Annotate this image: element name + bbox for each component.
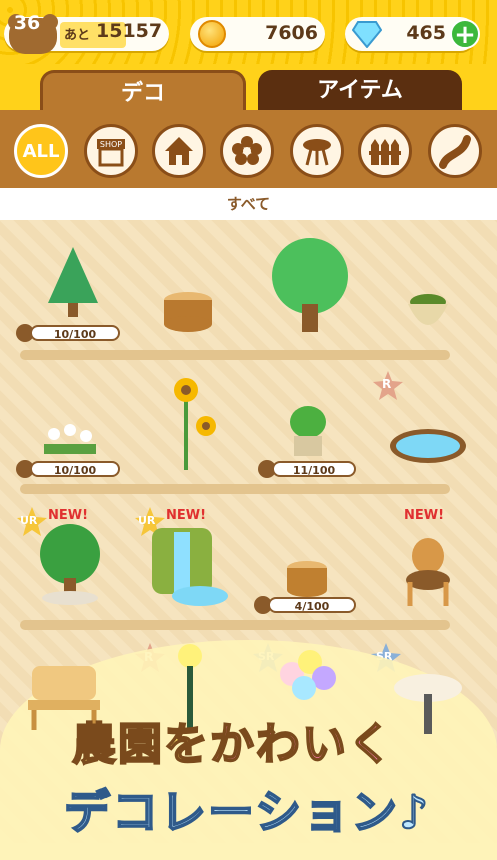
new-badge: NEW! (166, 508, 207, 523)
category-path-button[interactable] (428, 124, 482, 178)
exp-remain-value: 15157 (96, 20, 163, 42)
category-all-button[interactable]: ALL (14, 124, 68, 178)
leafy-plant-item[interactable] (286, 400, 330, 460)
exp-remain-label: あと (64, 28, 91, 43)
shop-icon: SHOP (97, 139, 125, 167)
glowing-tree-item[interactable] (36, 520, 104, 608)
gem-icon (352, 21, 382, 48)
waterfall-item[interactable] (144, 522, 232, 608)
coin-icon (198, 20, 226, 48)
category-shop-button[interactable]: SHOP (84, 124, 138, 178)
promo-line-1: 農園をかわいく (71, 708, 394, 772)
wooden-chair-item[interactable] (400, 536, 454, 608)
balloons-item[interactable] (272, 648, 342, 714)
gem-count: 465 (406, 22, 446, 44)
leafy-plant-count: 11/100 (272, 461, 356, 477)
promo-line-1-b: かわいく (209, 718, 394, 771)
house-icon (165, 137, 193, 165)
white-flowers-item[interactable] (40, 420, 100, 460)
category-all-label: ALL (22, 140, 60, 162)
pine-tree-item[interactable] (40, 245, 106, 325)
potted-plant-item[interactable] (404, 290, 452, 334)
white-flowers-count: 10/100 (30, 461, 120, 477)
promo-line-1-a: 農園を (71, 718, 210, 771)
rarity-r-label: R (382, 377, 392, 391)
table-icon (303, 139, 331, 166)
fence-icon (369, 139, 401, 165)
sunflower-item[interactable] (166, 374, 220, 474)
shelf-row-3 (20, 620, 450, 630)
new-badge: NEW! (404, 508, 445, 523)
pine-tree-count: 10/100 (30, 325, 120, 341)
category-flower-button[interactable] (220, 124, 274, 178)
shelf-row-2 (20, 484, 450, 494)
category-house-button[interactable] (152, 124, 206, 178)
cafe-table-item[interactable] (388, 660, 468, 740)
pond-item[interactable] (388, 426, 468, 466)
big-tree-item[interactable] (262, 236, 358, 336)
category-table-button[interactable] (290, 124, 344, 178)
promo-line-2: デコレーション♪ (63, 784, 431, 840)
path-icon (439, 135, 471, 169)
rarity-ur-label: UR (20, 514, 38, 527)
shelf-row-1 (20, 350, 450, 360)
coin-count: 7606 (265, 22, 318, 44)
stump-item[interactable] (158, 290, 218, 334)
level-number: 36 (13, 12, 41, 34)
stump-item[interactable] (282, 560, 332, 600)
tab-deco[interactable]: デコ (40, 70, 246, 115)
add-gems-button[interactable]: + (450, 19, 480, 49)
stump-count: 4/100 (268, 597, 356, 613)
category-fence-button[interactable] (358, 124, 412, 178)
tab-item[interactable]: アイテム (258, 70, 462, 112)
flower-icon (232, 136, 262, 165)
filter-label: すべて (0, 188, 497, 220)
